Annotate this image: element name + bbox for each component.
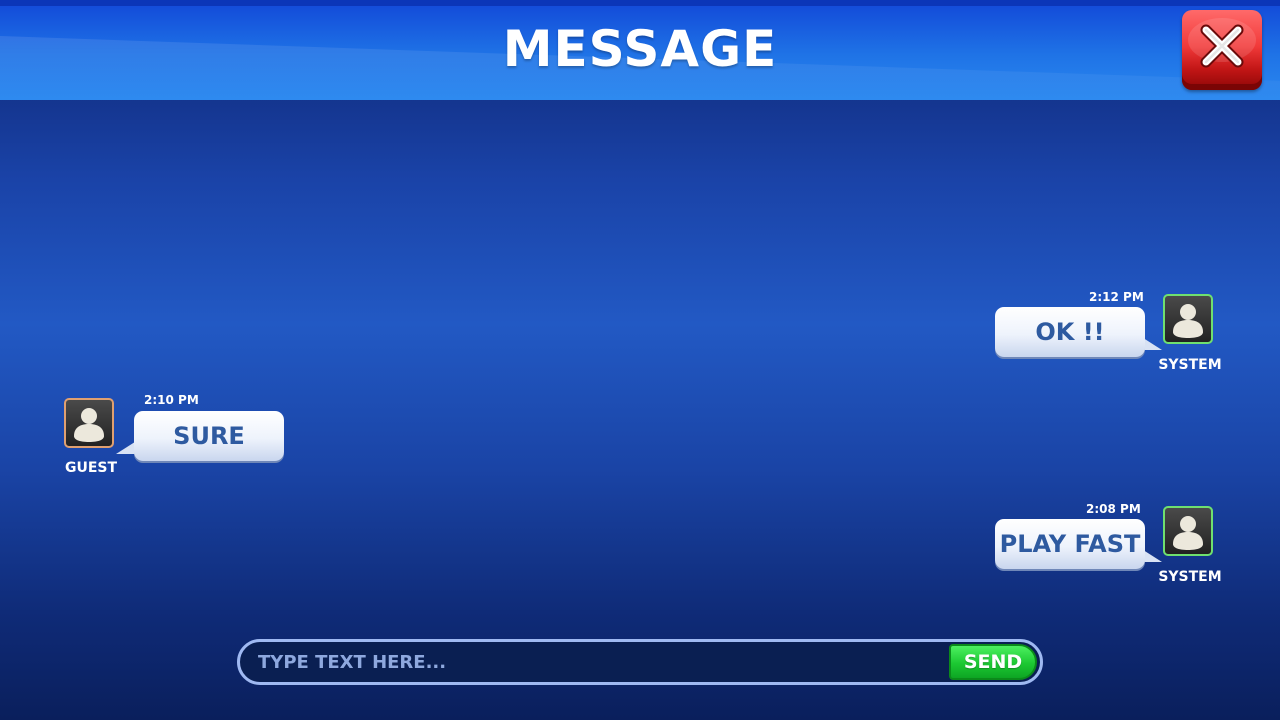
sender-name: SYSTEM — [1158, 569, 1222, 585]
message-timestamp: 2:08 PM — [1086, 502, 1141, 516]
page-title: MESSAGE — [502, 20, 778, 78]
message-bubble: OK !! — [995, 307, 1145, 357]
sender-name: SYSTEM — [1158, 357, 1222, 373]
user-silhouette-icon — [1173, 304, 1203, 338]
system-avatar[interactable] — [1163, 294, 1213, 344]
user-silhouette-icon — [1173, 516, 1203, 550]
message-composer: SEND — [237, 639, 1043, 685]
close-x-icon — [1188, 18, 1256, 68]
close-button[interactable] — [1182, 10, 1262, 90]
send-button[interactable]: SEND — [949, 644, 1037, 680]
message-timestamp: 2:10 PM — [144, 393, 199, 407]
message-bubble: PLAY FAST — [995, 519, 1145, 569]
message-bubble: SURE — [134, 411, 284, 461]
user-silhouette-icon — [74, 408, 104, 442]
message-input[interactable] — [258, 642, 938, 682]
sender-name: GUEST — [64, 460, 118, 476]
header-bar: MESSAGE — [0, 0, 1280, 100]
message-timestamp: 2:12 PM — [1089, 290, 1144, 304]
guest-avatar[interactable] — [64, 398, 114, 448]
system-avatar[interactable] — [1163, 506, 1213, 556]
